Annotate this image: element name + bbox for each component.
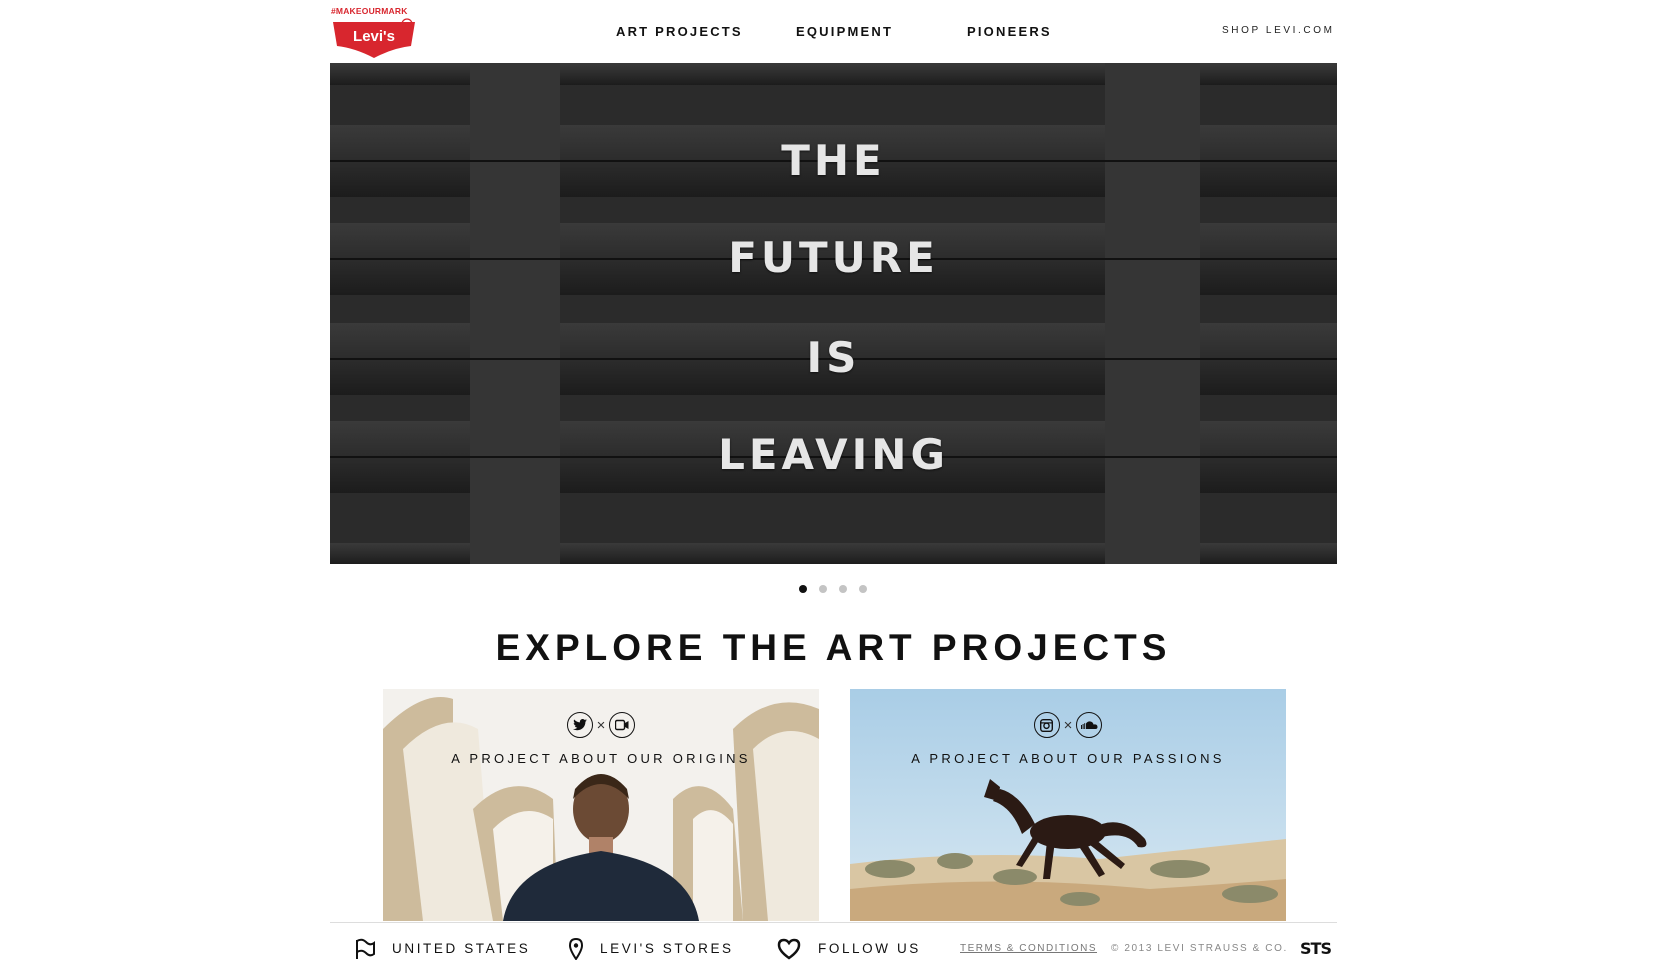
footer-divider <box>330 922 1337 923</box>
nav-equipment[interactable]: EQUIPMENT <box>796 24 893 39</box>
hero-word-leaving: LEAVING <box>718 430 949 479</box>
hero-word-future: FUTURE <box>728 233 939 282</box>
hero-word-the: THE <box>781 136 886 185</box>
svg-text:R: R <box>404 22 409 29</box>
card-caption: A PROJECT ABOUT OUR ORIGINS <box>451 751 751 766</box>
card-caption: A PROJECT ABOUT OUR PASSIONS <box>911 751 1225 766</box>
levis-batwing-icon: R Levi's <box>333 18 415 58</box>
art-project-card-passions[interactable]: × A PROJECT ABOUT OUR PASSIONS <box>850 689 1286 921</box>
carousel-dot-4[interactable] <box>859 585 867 593</box>
soundcloud-icon[interactable] <box>1076 712 1103 738</box>
agency-logo-text: STS <box>1300 939 1331 957</box>
nav-pioneers[interactable]: PIONEERS <box>967 24 1052 39</box>
video-icon[interactable] <box>609 712 636 738</box>
carousel-dot-2[interactable] <box>819 585 827 593</box>
footer-follow-link[interactable]: FOLLOW US <box>818 941 921 956</box>
section-title: EXPLORE THE ART PROJECTS <box>495 627 1172 668</box>
levis-logo[interactable]: #MAKEOURMARK R Levi's <box>331 6 419 58</box>
flag-icon <box>356 938 375 959</box>
instagram-icon[interactable] <box>1033 712 1060 738</box>
sts-logo-icon[interactable]: STS <box>1300 939 1338 957</box>
hero-carousel[interactable]: THE FUTURE IS LEAVING <box>330 63 1337 564</box>
times-sign: × <box>596 716 606 734</box>
card-social-icons: × <box>383 712 819 738</box>
carousel-dot-3[interactable] <box>839 585 847 593</box>
nav-art-projects[interactable]: ART PROJECTS <box>616 24 743 39</box>
terms-link[interactable]: TERMS & CONDITIONS <box>960 943 1097 954</box>
shop-levi-link[interactable]: SHOP LEVI.COM <box>1222 25 1335 36</box>
times-sign: × <box>1063 716 1073 734</box>
logo-text: Levi's <box>353 28 395 45</box>
twitter-icon[interactable] <box>566 712 593 738</box>
footer-country[interactable]: UNITED STATES <box>392 941 530 956</box>
card-social-icons: × <box>850 712 1286 738</box>
carousel-dot-1[interactable] <box>799 585 807 593</box>
hero-word-is: IS <box>806 333 861 382</box>
map-pin-icon <box>568 938 584 960</box>
footer-stores-link[interactable]: LEVI'S STORES <box>600 941 734 956</box>
art-project-card-origins[interactable]: × A PROJECT ABOUT OUR ORIGINS <box>383 689 819 921</box>
heart-icon <box>777 938 801 960</box>
copyright-text: © 2013 LEVI STRAUSS & CO. <box>1111 943 1288 954</box>
hashtag-label: #MAKEOURMARK <box>331 6 408 16</box>
